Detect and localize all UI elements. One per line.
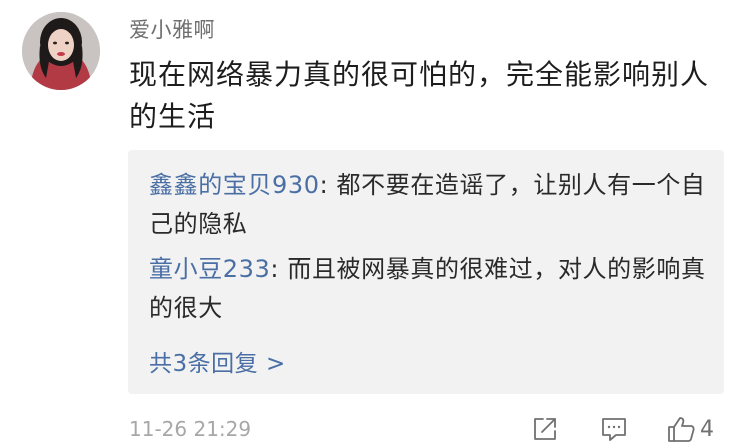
- comment-username[interactable]: 爱小雅啊: [129, 14, 215, 44]
- reply-separator: :: [270, 255, 288, 283]
- like-count: 4: [700, 416, 714, 442]
- reply-item[interactable]: 鑫鑫的宝贝930: 都不要在造谣了，让别人有一个自己的隐私: [149, 166, 709, 244]
- reply-separator: :: [319, 171, 337, 199]
- share-icon: [534, 418, 556, 440]
- reply-button[interactable]: [600, 414, 628, 444]
- comment-text: 现在网络暴力真的很可怕的，完全能影响别人的生活: [129, 58, 710, 133]
- share-button[interactable]: [531, 414, 559, 444]
- replies-panel[interactable]: 鑫鑫的宝贝930: 都不要在造谣了，让别人有一个自己的隐私 童小豆233: 而且…: [128, 150, 724, 394]
- comment-icon: [602, 418, 626, 441]
- avatar[interactable]: [22, 12, 100, 90]
- reply-item[interactable]: 童小豆233: 而且被网暴真的很难过，对人的影响真的很大: [149, 250, 709, 328]
- reply-username[interactable]: 鑫鑫的宝贝930: [149, 171, 320, 199]
- like-button[interactable]: 4: [666, 414, 714, 444]
- like-icon: [668, 417, 695, 442]
- reply-username[interactable]: 童小豆233: [149, 255, 270, 283]
- view-all-replies-link[interactable]: 共3条回复 >: [149, 344, 286, 378]
- comment-timestamp: 11-26 21:29: [129, 417, 252, 441]
